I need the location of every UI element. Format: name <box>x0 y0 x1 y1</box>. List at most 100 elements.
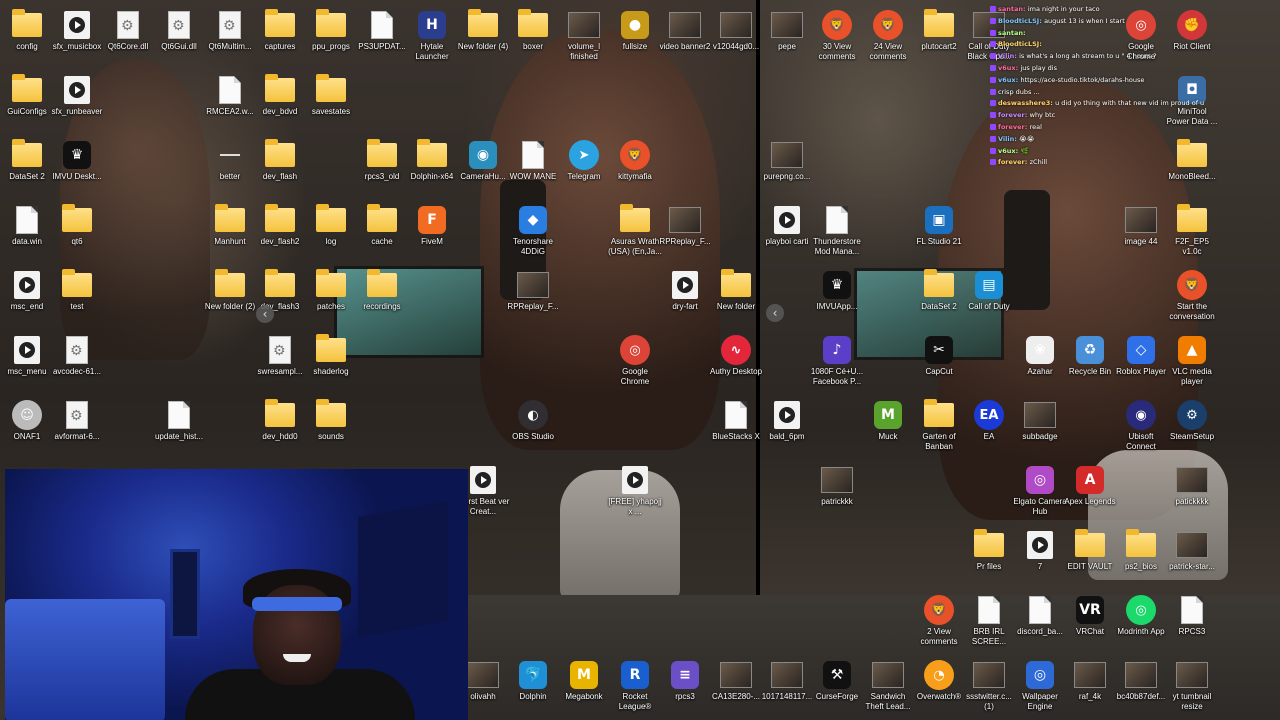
desktop-icon-fl-studio-21[interactable]: ▣ FL Studio 21 <box>912 205 966 247</box>
desktop-icon-qt6multim[interactable]: Qt6Multim... <box>203 10 257 52</box>
desktop-icon-discord-ba[interactable]: discord_ba... <box>1013 595 1067 637</box>
desktop-icon-sounds[interactable]: sounds <box>304 399 358 442</box>
desktop-icon-avcodec-61[interactable]: avcodec-61... <box>50 335 104 377</box>
desktop-icon-captures[interactable]: captures <box>253 9 307 52</box>
desktop-icon-rpcs3[interactable]: RPCS3 <box>1165 595 1219 637</box>
desktop-icon-cache[interactable]: cache <box>355 204 409 247</box>
desktop-icon-ps3updat[interactable]: PS3UPDAT... <box>355 10 409 52</box>
desktop-icon-qt6core-dll[interactable]: Qt6Core.dll <box>101 10 155 52</box>
desktop-icon-playboi-carti[interactable]: playboi carti <box>760 205 814 247</box>
desktop-icon-rocket-league[interactable]: R Rocket League® <box>608 660 662 712</box>
desktop-icon-qt6[interactable]: qt6 <box>50 204 104 247</box>
scroll-left-arrow-right-panel[interactable]: ‹ <box>766 304 784 322</box>
desktop-icon-rpcs3[interactable]: ≡ rpcs3 <box>658 660 712 702</box>
desktop-icon-volume-l-finished[interactable]: volume_l finished <box>557 10 611 62</box>
desktop-icon-dev-bdvd[interactable]: dev_bdvd <box>253 74 307 117</box>
desktop-icon-muck[interactable]: M Muck <box>861 400 915 442</box>
desktop-icon-raf-4k[interactable]: raf_4k <box>1063 660 1117 702</box>
desktop-icon-ps2-bios[interactable]: ps2_bios <box>1114 529 1168 572</box>
desktop-icon-swresampl[interactable]: swresampl... <box>253 335 307 377</box>
desktop-icon-dolphin[interactable]: 🐬 Dolphin <box>506 660 560 702</box>
desktop-icon-overwatch[interactable]: ◔ Overwatch® <box>912 660 966 702</box>
desktop-icon-patrickkk[interactable]: patrickkk <box>810 465 864 507</box>
desktop-icon-megabonk[interactable]: M Megabonk <box>557 660 611 702</box>
desktop-icon-start-the-conversation[interactable]: 🦁 Start the conversation <box>1165 270 1219 322</box>
desktop-icon-imvu-deskt[interactable]: ♛ IMVU Deskt... <box>50 140 104 182</box>
desktop-icon-dev-flash2[interactable]: dev_flash2 <box>253 204 307 247</box>
desktop-icon-pr-files[interactable]: Pr files <box>962 529 1016 572</box>
desktop-icon-recycle-bin[interactable]: ♻ Recycle Bin <box>1063 335 1117 377</box>
desktop-icon-rpreplay-f[interactable]: RPReplay_F... <box>658 205 712 247</box>
desktop-icon-rpcs3-old[interactable]: rpcs3_old <box>355 139 409 182</box>
desktop-icon-1080f-c-u-facebook-p[interactable]: ♪ 1080F Cé+U... Facebook P... <box>810 335 864 387</box>
desktop-icon-vlc-media-player[interactable]: ▲ VLC media player <box>1165 335 1219 387</box>
desktop-icon-imvuapp[interactable]: ♛ IMVUApp... <box>810 270 864 312</box>
desktop-icon-azahar[interactable]: ❀ Azahar <box>1013 335 1067 377</box>
desktop-icon-update-hist[interactable]: update_hist... <box>152 400 206 442</box>
desktop-icon-bald-6pm[interactable]: bald_6pm <box>760 400 814 442</box>
desktop-icon-patches[interactable]: patches <box>304 269 358 312</box>
desktop-icon-rmcea2-w[interactable]: RMCEA2.w... <box>203 75 257 117</box>
desktop-icon-ssstwitter-c-1[interactable]: ssstwitter.c... (1) <box>962 660 1016 712</box>
desktop-icon-guiconfigs[interactable]: GuiConfigs <box>0 74 54 117</box>
desktop-icon-dataset-2[interactable]: DataSet 2 <box>0 139 54 182</box>
desktop-icon-1017148117[interactable]: 1017148117... <box>760 660 814 702</box>
desktop-icon-patrick-star[interactable]: patrick-star... <box>1165 530 1219 572</box>
desktop-icon-edit-vault[interactable]: EDIT VAULT <box>1063 529 1117 572</box>
desktop-icon-qt6gui-dll[interactable]: Qt6Gui.dll <box>152 10 206 52</box>
desktop-icon-new-folder-4[interactable]: New folder (4) <box>456 9 510 52</box>
desktop-icon-modrinth-app[interactable]: ◎ Modrinth App <box>1114 595 1168 637</box>
desktop-icon-avformat-6[interactable]: avformat-6... <box>50 400 104 442</box>
desktop-icon-fivem[interactable]: F FiveM <box>405 205 459 247</box>
desktop-icon-2-view-comments[interactable]: 🦁 2 View comments <box>912 595 966 647</box>
desktop-icon-manhunt[interactable]: Manhunt <box>203 204 257 247</box>
desktop-icon-new-folder-2[interactable]: New folder (2) <box>203 269 257 312</box>
desktop-icon-msc-end[interactable]: msc_end <box>0 270 54 312</box>
desktop-icon-v12044gd0[interactable]: v12044gd0... <box>709 10 763 52</box>
desktop-icon-config[interactable]: config <box>0 9 54 52</box>
desktop-icon-ca13e280[interactable]: CA13E280-... <box>709 660 763 702</box>
desktop-icon-brb-irl-scree[interactable]: BRB IRL SCREE... <box>962 595 1016 647</box>
desktop-icon-wallpaper-engine[interactable]: ◎ Wallpaper Engine <box>1013 660 1067 712</box>
desktop-icon-authy-desktop[interactable]: ∿ Authy Desktop <box>709 335 763 377</box>
desktop-icon-purepng-co[interactable]: purepng.co... <box>760 140 814 182</box>
desktop-icon-capcut[interactable]: ✂ CapCut <box>912 335 966 377</box>
desktop-icon-tenorshare-4ddig[interactable]: ◆ Tenorshare 4DDiG <box>506 205 560 257</box>
desktop-icon-dev-hdd0[interactable]: dev_hdd0 <box>253 399 307 442</box>
desktop-icon-elgato-camera-hub[interactable]: ◎ Elgato Camera Hub <box>1013 465 1067 517</box>
desktop-icon-plutocart2[interactable]: plutocart2 <box>912 9 966 52</box>
desktop-icon-call-of-duty[interactable]: ▤ Call of Duty <box>962 270 1016 312</box>
desktop-icon-log[interactable]: log <box>304 204 358 247</box>
desktop-icon-msc-menu[interactable]: msc_menu <box>0 335 54 377</box>
desktop-icon-test[interactable]: test <box>50 269 104 312</box>
desktop-icon-dry-fart[interactable]: dry-fart <box>658 270 712 312</box>
desktop-icon-asuras-wrath-usa-en-ja[interactable]: Asuras Wrath (USA) (En,Ja... <box>608 204 662 257</box>
desktop-icon-roblox-player[interactable]: ◇ Roblox Player <box>1114 335 1168 377</box>
desktop-icon-wow-mane[interactable]: WOW MANE <box>506 140 560 182</box>
desktop-icon-savestates[interactable]: savestates <box>304 74 358 117</box>
desktop-icon-obs-studio[interactable]: ◐ OBS Studio <box>506 400 560 442</box>
desktop-icon-24-view-comments[interactable]: 🦁 24 View comments <box>861 10 915 62</box>
desktop-icon-garten-of-banban[interactable]: Garten of Banban <box>912 399 966 452</box>
desktop-icon-curseforge[interactable]: ⚒ CurseForge <box>810 660 864 702</box>
desktop-icon-steamsetup[interactable]: ⚙ SteamSetup <box>1165 400 1219 442</box>
desktop-icon-sandwich-theft-lead[interactable]: Sandwich Theft Lead... <box>861 660 915 712</box>
desktop-icon-patickkkk[interactable]: patickkkk <box>1165 465 1219 507</box>
desktop-icon-apex-legends[interactable]: A Apex Legends <box>1063 465 1117 507</box>
desktop-icon-30-view-comments[interactable]: 🦁 30 View comments <box>810 10 864 62</box>
desktop-icon-7[interactable]: 7 <box>1013 530 1067 572</box>
desktop-icon-bluestacks-x[interactable]: BlueStacks X <box>709 400 763 442</box>
desktop-icon-boxer[interactable]: boxer <box>506 9 560 52</box>
desktop-icon-dolphin-x64[interactable]: Dolphin-x64 <box>405 139 459 182</box>
desktop-icon-better[interactable]: better <box>203 140 257 182</box>
desktop-icon-ppu-progs[interactable]: ppu_progs <box>304 9 358 52</box>
desktop-icon-ea[interactable]: EA EA <box>962 400 1016 442</box>
desktop-icon-shaderlog[interactable]: shaderlog <box>304 334 358 377</box>
desktop-icon-google-chrome[interactable]: ◎ Google Chrome <box>608 335 662 387</box>
desktop-icon-kittymafia[interactable]: 🦁 kittymafia <box>608 140 662 182</box>
desktop-icon-subbadge[interactable]: subbadge <box>1013 400 1067 442</box>
desktop-icon-bc40b87def[interactable]: bc40b87def... <box>1114 660 1168 702</box>
desktop-icon-rpreplay-f[interactable]: RPReplay_F... <box>506 270 560 312</box>
desktop-icon-new-folder[interactable]: New folder <box>709 269 763 312</box>
desktop-icon-telegram[interactable]: ➤ Telegram <box>557 140 611 182</box>
